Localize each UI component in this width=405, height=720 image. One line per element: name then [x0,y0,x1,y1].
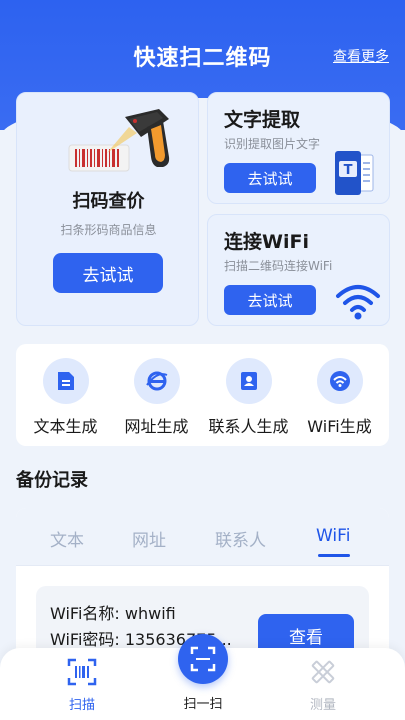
tab-text[interactable]: 文本 [50,526,84,551]
url-generate-label: 网址生成 [124,417,189,436]
browser-icon [133,358,180,404]
nav-scan[interactable]: 扫描 [42,658,122,713]
wifi-connect-card[interactable]: 连接WiFi 扫描二维码连接WiFi 去试试 [207,214,390,326]
scan-frame-icon [190,646,216,672]
wifi-name-text: WiFi名称: whwifi [50,604,176,623]
wifi-generate-label: WiFi生成 [307,417,372,436]
wifi-title: 连接WiFi [224,231,309,253]
nav-scan-label: 扫描 [68,698,95,713]
scan-price-subtitle: 扫条形码商品信息 [60,223,157,237]
text-generate-label: 文本生成 [33,417,98,436]
ocr-card[interactable]: 文字提取 识别提取图片文字 去试试 T [207,92,390,204]
scan-fab-label: 扫一扫 [183,697,223,712]
active-tab-indicator [318,554,350,557]
tab-url[interactable]: 网址 [132,526,166,551]
wifi-icon [316,358,363,404]
contact-book-icon [225,358,272,404]
ocr-title: 文字提取 [224,109,301,131]
nav-measure-label: 测量 [309,698,336,713]
text-generate-item[interactable]: 文本生成 [19,358,112,437]
wifi-signal-icon [336,285,380,320]
scan-price-title: 扫码查价 [72,191,145,212]
wifi-subtitle: 扫描二维码连接WiFi [224,259,333,273]
view-more-link[interactable]: 查看更多 [333,46,389,66]
tab-wifi[interactable]: WiFi [316,526,350,546]
generator-panel: 文本生成 网址生成 联系人生成 WiFi生成 [16,344,389,446]
ruler-cross-icon [311,660,335,684]
barcode-scanner-icon [68,109,170,172]
wifi-generate-item[interactable]: WiFi生成 [293,358,386,437]
scan-price-try-button[interactable]: 去试试 [53,253,163,293]
url-generate-item[interactable]: 网址生成 [110,358,203,437]
tab-contact[interactable]: 联系人 [215,526,266,551]
backup-section-title: 备份记录 [16,470,88,491]
nav-measure[interactable]: 测量 [283,658,363,713]
backup-tabbar: 文本 网址 联系人 WiFi [16,508,389,566]
scan-fab-button[interactable] [178,634,228,684]
scan-price-card[interactable]: 去试试 扫码查价 扫条形码商品信息 [16,92,199,326]
ocr-subtitle: 识别提取图片文字 [224,137,321,151]
ocr-try-button[interactable]: 去试试 [224,163,316,193]
barcode-frame-icon [67,658,97,686]
svg-text:T: T [344,163,353,178]
contact-generate-label: 联系人生成 [208,417,289,436]
document-icon [42,358,89,404]
wifi-try-button[interactable]: 去试试 [224,285,316,315]
text-document-icon: T [335,151,374,195]
contact-generate-item[interactable]: 联系人生成 [202,358,295,437]
